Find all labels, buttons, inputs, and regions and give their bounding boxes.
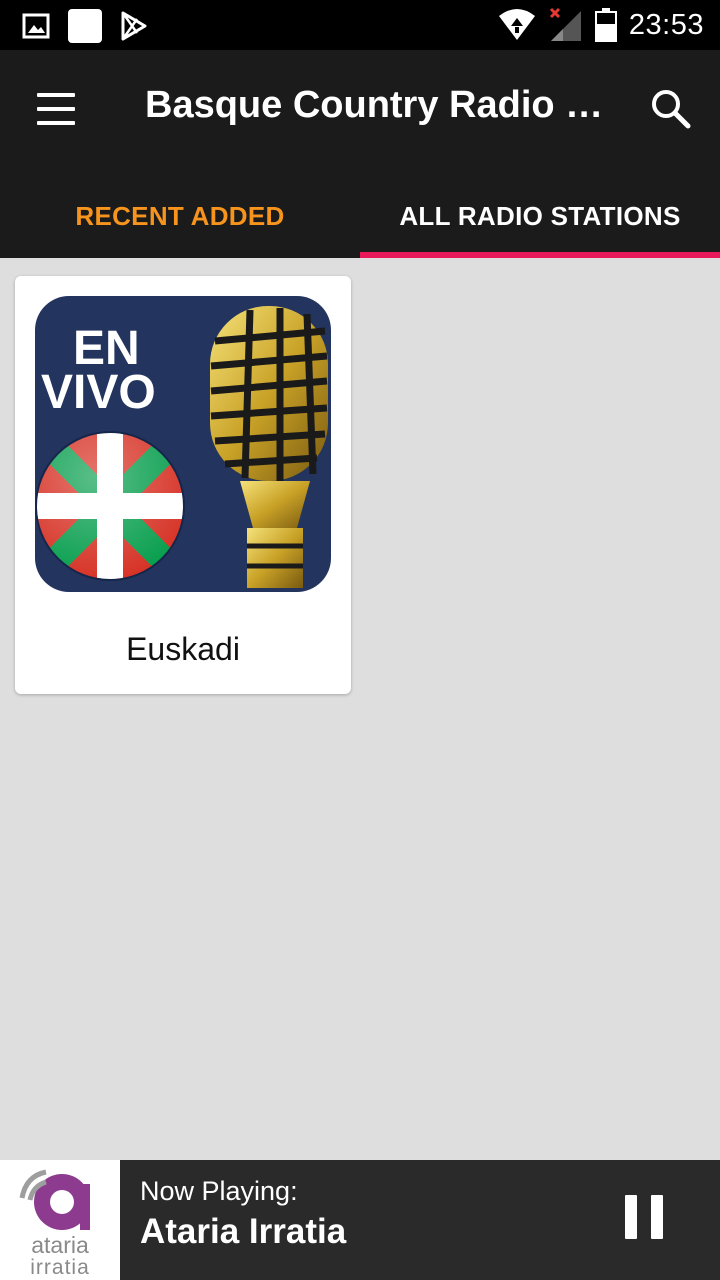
ataria-irratia-logo: ataria irratia [0, 1160, 120, 1280]
tab-label: ALL RADIO STATIONS [399, 200, 681, 231]
tab-all-radio-stations[interactable]: ALL RADIO STATIONS [360, 174, 720, 258]
status-time: 23:53 [628, 8, 704, 41]
tab-bar: RECENT ADDED ALL RADIO STATIONS [0, 174, 720, 258]
now-playing-label: Now Playing: [140, 1176, 298, 1206]
now-playing-station: Ataria Irratia [140, 1212, 347, 1251]
logo-text-vivo: VIVO [41, 366, 156, 419]
station-name: Euskadi [126, 631, 240, 667]
station-logo: EN VIVO [35, 296, 331, 592]
hamburger-menu-icon[interactable] [30, 90, 82, 128]
battery-icon [594, 8, 617, 42]
app-title: Basque Country Radio Stations [145, 84, 615, 126]
search-icon[interactable] [648, 86, 694, 132]
now-playing-bar[interactable]: ataria irratia Now Playing: Ataria Irrat… [0, 1160, 720, 1280]
pause-icon[interactable] [612, 1195, 676, 1245]
station-grid: EN VIVO Euskadi [0, 258, 720, 1160]
logo-text-ataria: ataria [31, 1232, 89, 1258]
signal-icon [549, 7, 581, 41]
status-system: 23:53 [497, 7, 704, 43]
status-notifications [22, 9, 148, 43]
logo-text-irratia: irratia [30, 1256, 90, 1279]
gallery-icon [22, 13, 50, 39]
play-store-icon [121, 11, 147, 41]
wifi-icon [498, 9, 535, 40]
station-card-euskadi[interactable]: EN VIVO Euskadi [15, 276, 351, 694]
tab-label: RECENT ADDED [75, 200, 285, 231]
status-bar: 23:53 [0, 0, 720, 50]
tab-recent-added[interactable]: RECENT ADDED [0, 174, 360, 258]
app-bar: Basque Country Radio Stations RECENT ADD… [0, 50, 720, 258]
app-square-icon [68, 9, 102, 43]
